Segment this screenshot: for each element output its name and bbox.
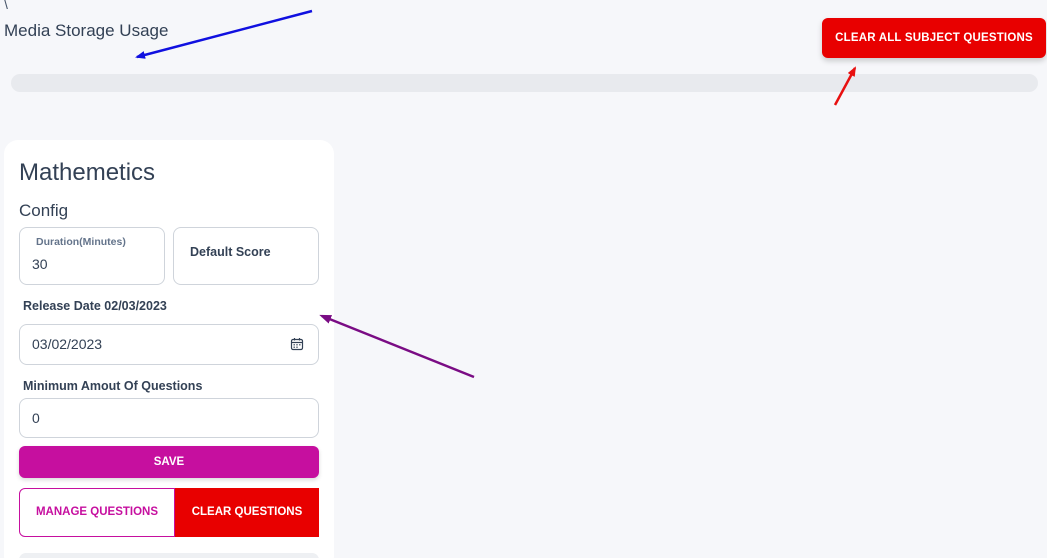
min-questions-field[interactable]: [19, 398, 319, 438]
subject-title: Mathemetics: [19, 159, 156, 186]
duration-field[interactable]: Duration(Minutes): [19, 227, 165, 285]
config-heading: Config: [19, 201, 69, 220]
storage-usage-bar: [11, 74, 1038, 92]
card-bottom-placeholder: [19, 553, 319, 558]
min-questions-label: Minimum Amout Of Questions: [23, 379, 203, 393]
duration-label: Duration(Minutes): [36, 236, 126, 248]
save-button[interactable]: SAVE: [19, 446, 319, 478]
clear-questions-button[interactable]: CLEAR QUESTIONS: [175, 488, 319, 537]
release-date-field[interactable]: [19, 324, 319, 365]
clear-all-subject-questions-button[interactable]: CLEAR ALL SUBJECT QUESTIONS: [822, 18, 1046, 58]
subject-card: Mathemetics Config Duration(Minutes) Def…: [4, 140, 334, 558]
calendar-icon[interactable]: [290, 337, 304, 351]
purple-annotation-arrow: [319, 314, 475, 379]
min-questions-input[interactable]: [32, 410, 292, 426]
release-date-label: Release Date 02/03/2023: [23, 299, 167, 313]
breadcrumb-mark: \: [4, 0, 8, 12]
release-date-input[interactable]: [32, 336, 272, 352]
default-score-field[interactable]: Default Score: [173, 227, 319, 285]
media-storage-title: Media Storage Usage: [4, 21, 169, 40]
manage-questions-button[interactable]: MANAGE QUESTIONS: [19, 488, 175, 537]
page: \ Media Storage Usage CLEAR ALL SUBJECT …: [0, 0, 1047, 558]
default-score-label: Default Score: [190, 245, 271, 259]
duration-input[interactable]: [32, 256, 152, 272]
